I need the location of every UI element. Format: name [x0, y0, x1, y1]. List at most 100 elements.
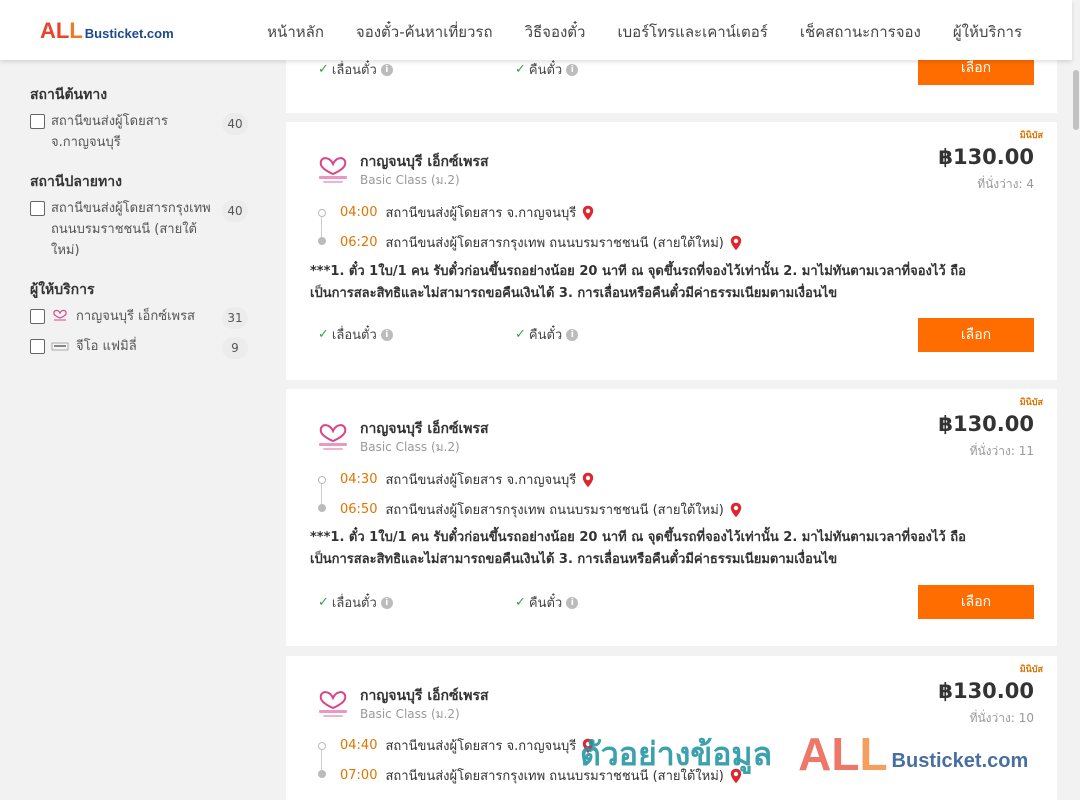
operator-filter-title: ผู้ให้บริการ	[30, 282, 95, 298]
info-icon[interactable]: i	[566, 596, 579, 609]
brand-logo[interactable]: ALL Busticket.com	[40, 18, 174, 44]
origin-label: สถานีขนส่งผู้โดยสาร จ.กาญจนบุรี	[51, 111, 168, 153]
departure-time: 04:00	[340, 205, 378, 220]
nav-contacts[interactable]: เบอร์โทรและเคาน์เตอร์	[617, 20, 767, 44]
destination-count: 40	[222, 200, 248, 222]
info-icon[interactable]: i	[566, 63, 579, 76]
departure-station: สถานีขนส่งผู้โดยสาร จ.กาญจนบุรี	[385, 473, 577, 488]
operator-filter-item-kanchanaburi[interactable]: กาญจนบุรี เอ็กซ์เพรส 31	[30, 306, 254, 329]
origin-checkbox[interactable]	[30, 114, 45, 129]
main-nav: หน้าหลัก จองตั๋ว-ค้นหาเที่ยวรถ วิธีจองตั…	[267, 20, 1022, 44]
trip-price: ฿130.00	[938, 679, 1034, 703]
departure-dot	[318, 742, 326, 750]
trip-notes-line2: เป็นการสละสิทธิและไม่สามารถขอคืนเงินได้ …	[310, 552, 838, 567]
bus-class: Basic Class (ม.2)	[360, 173, 460, 187]
check-icon: ✓	[515, 62, 526, 77]
trip-card: มินิบัส กาญจนบุรี เอ็กซ์เพรส Basic Class…	[286, 122, 1057, 380]
change-ticket-feature: ✓ เลื่อนตั๋ว i	[318, 59, 393, 80]
change-ticket-label: เลื่อนตั๋ว	[331, 63, 377, 78]
operator-checkbox-kanchanaburi[interactable]	[30, 309, 45, 324]
timeline-line	[321, 217, 322, 237]
nav-operators[interactable]: ผู้ให้บริการ	[953, 20, 1022, 44]
geo-family-logo-icon	[51, 342, 69, 351]
destination-label-line2: ถนนบรมราชชนนี (สายใต้	[51, 222, 197, 237]
check-icon: ✓	[318, 595, 329, 610]
watermark-thai-text: ตัวอย่างข้อมูล	[580, 734, 773, 773]
departure-stop: 04:30 สถานีขนส่งผู้โดยสาร จ.กาญจนบุรี	[340, 469, 594, 490]
check-icon: ✓	[318, 62, 329, 77]
sample-data-watermark: ตัวอย่างข้อมูล ALL Busticket.com	[580, 727, 1028, 781]
operator-label-geo-family: จีโอ แฟมิลี่	[76, 339, 137, 354]
departure-dot	[318, 476, 326, 484]
nav-home[interactable]: หน้าหลัก	[267, 20, 324, 44]
check-icon: ✓	[515, 327, 526, 342]
watermark-logo-text: Busticket.com	[891, 749, 1029, 772]
info-icon[interactable]: i	[380, 63, 393, 76]
arrival-time: 06:20	[340, 235, 378, 250]
info-icon[interactable]: i	[566, 328, 579, 341]
destination-checkbox[interactable]	[30, 201, 45, 216]
refund-ticket-feature: ✓ คืนตั๋ว i	[515, 592, 579, 613]
arrival-dot	[318, 504, 326, 512]
map-pin-icon[interactable]	[730, 502, 742, 518]
operator-checkbox-geo-family[interactable]	[30, 339, 45, 354]
departure-station: สถานีขนส่งผู้โดยสาร จ.กาญจนบุรี	[385, 739, 577, 754]
map-pin-icon[interactable]	[582, 472, 594, 488]
timeline-line	[321, 484, 322, 504]
origin-filter-title: สถานีต้นทาง	[30, 87, 108, 103]
trip-card: มินิบัส กาญจนบุรี เอ็กซ์เพรส Basic Class…	[286, 389, 1057, 646]
refund-ticket-label: คืนตั๋ว	[528, 328, 563, 343]
trip-notes: ***1. ตั๋ว 1ใบ/1 คน รับตั๋วก่อนขึ้นรถอย่…	[310, 527, 997, 571]
kanchanaburi-express-logo-icon	[53, 309, 67, 321]
departure-station: สถานีขนส่งผู้โดยสาร จ.กาญจนบุรี	[385, 206, 577, 221]
operator-name: กาญจนบุรี เอ็กซ์เพรส	[360, 688, 489, 704]
minibus-badge: มินิบัส	[1019, 131, 1043, 141]
map-pin-icon[interactable]	[730, 235, 742, 251]
kanchanaburi-express-logo-icon	[319, 424, 347, 450]
available-seats: ที่นั่งว่าง: 4	[977, 177, 1034, 191]
departure-stop: 04:00 สถานีขนส่งผู้โดยสาร จ.กาญจนบุรี	[340, 202, 594, 223]
arrival-time: 06:50	[340, 502, 378, 517]
check-icon: ✓	[515, 595, 526, 610]
minibus-badge: มินิบัส	[1019, 665, 1043, 675]
info-icon[interactable]: i	[380, 596, 393, 609]
departure-time: 04:40	[340, 738, 378, 753]
operator-count-geo-family: 9	[222, 337, 248, 359]
nav-booking[interactable]: จองตั๋ว-ค้นหาเที่ยวรถ	[356, 20, 493, 44]
scroll-thumb[interactable]	[1073, 70, 1079, 130]
refund-ticket-feature: ✓ คืนตั๋ว i	[515, 59, 579, 80]
trip-notes-line2: เป็นการสละสิทธิและไม่สามารถขอคืนเงินได้ …	[310, 286, 838, 301]
change-ticket-label: เลื่อนตั๋ว	[331, 596, 377, 611]
trip-notes-line1: ***1. ตั๋ว 1ใบ/1 คน รับตั๋วก่อนขึ้นรถอย่…	[310, 530, 966, 545]
nav-check-status[interactable]: เช็คสถานะการจอง	[800, 20, 921, 44]
arrival-time: 07:00	[340, 768, 378, 783]
refund-ticket-label: คืนตั๋ว	[528, 596, 563, 611]
operator-filter-item-geo-family[interactable]: จีโอ แฟมิลี่ 9	[30, 336, 254, 359]
arrival-station: สถานีขนส่งผู้โดยสารกรุงเทพ ถนนบรมราชชนนี…	[385, 503, 724, 518]
bus-class: Basic Class (ม.2)	[360, 440, 460, 454]
available-seats: ที่นั่งว่าง: 11	[969, 444, 1034, 458]
change-ticket-feature: ✓ เลื่อนตั๋ว i	[318, 324, 393, 345]
arrival-stop: 06:20 สถานีขนส่งผู้โดยสารกรุงเทพ ถนนบรมร…	[340, 232, 742, 253]
refund-ticket-feature: ✓ คืนตั๋ว i	[515, 324, 579, 345]
select-trip-button[interactable]: เลือก	[918, 318, 1034, 352]
departure-stop: 04:40 สถานีขนส่งผู้โดยสาร จ.กาญจนบุรี	[340, 735, 594, 756]
nav-how-to-book[interactable]: วิธีจองตั๋ว	[525, 20, 586, 44]
minibus-badge: มินิบัส	[1019, 398, 1043, 408]
arrival-dot	[318, 770, 326, 778]
logo-text: Busticket.com	[84, 26, 174, 41]
page-scrollbar[interactable]	[1072, 0, 1080, 800]
arrival-dot	[318, 237, 326, 245]
destination-label-line1: สถานีขนส่งผู้โดยสารกรุงเทพ	[51, 201, 211, 216]
map-pin-icon[interactable]	[582, 205, 594, 221]
trip-price: ฿130.00	[938, 412, 1034, 436]
destination-filter-item[interactable]: สถานีขนส่งผู้โดยสารกรุงเทพ ถนนบรมราชชนนี…	[30, 198, 254, 261]
info-icon[interactable]: i	[380, 328, 393, 341]
select-trip-button[interactable]: เลือก	[918, 585, 1034, 619]
arrival-stop: 06:50 สถานีขนส่งผู้โดยสารกรุงเทพ ถนนบรมร…	[340, 499, 742, 520]
kanchanaburi-express-logo-icon	[319, 157, 347, 183]
operator-name: กาญจนบุรี เอ็กซ์เพรส	[360, 154, 489, 170]
watermark-logo-all: ALL	[798, 728, 888, 780]
check-icon: ✓	[318, 327, 329, 342]
origin-filter-item[interactable]: สถานีขนส่งผู้โดยสาร จ.กาญจนบุรี 40	[30, 111, 254, 153]
